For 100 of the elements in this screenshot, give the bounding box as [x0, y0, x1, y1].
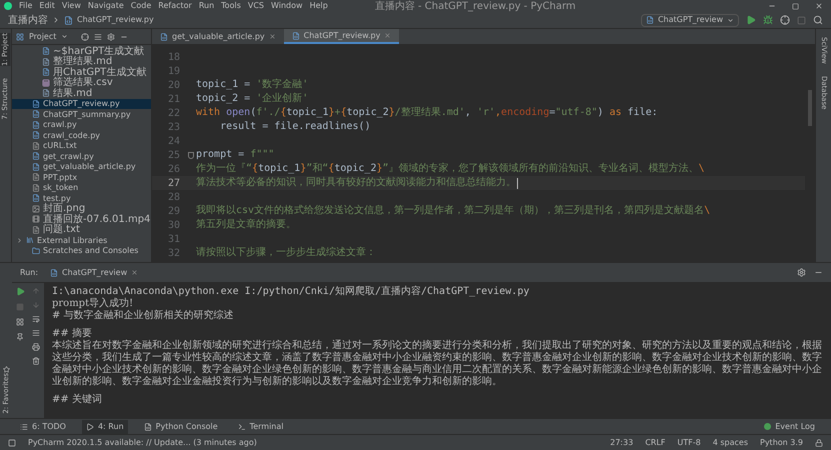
- fold-marker-icon[interactable]: [188, 152, 194, 158]
- tree-item[interactable]: test.py: [12, 193, 151, 204]
- menu-item[interactable]: Help: [310, 0, 328, 12]
- tree-item[interactable]: 整理结果.md: [12, 56, 151, 67]
- tree-item[interactable]: 结果.md: [12, 88, 151, 98]
- tool-window-tab[interactable]: Terminal: [234, 420, 288, 434]
- close-icon[interactable]: [268, 33, 276, 40]
- tree-item[interactable]: 封面.png: [12, 204, 151, 214]
- tree-item[interactable]: get_valuable_article.py: [12, 162, 151, 172]
- code-line: 请按照以下步骤，一步步生成综述文章：: [196, 246, 376, 260]
- tool-window-tab[interactable]: Python Console: [140, 420, 222, 434]
- rerun-icon[interactable]: [16, 287, 24, 296]
- debug-icon[interactable]: [763, 15, 773, 25]
- close-icon[interactable]: [815, 2, 823, 10]
- tree-item[interactable]: crawl_code.py: [12, 130, 151, 140]
- tree-item[interactable]: sk_token: [12, 182, 151, 193]
- tree-item[interactable]: Scratches and Consoles: [12, 246, 151, 256]
- tree-item[interactable]: cURL.txt: [12, 140, 151, 151]
- tree-item[interactable]: ChatGPT_summary.py: [12, 109, 151, 120]
- tree-item[interactable]: External Libraries: [12, 235, 151, 246]
- code-line: 第五列是文章的摘要。: [196, 218, 296, 232]
- console-command: I:\anaconda\Anaconda\python.exe I:/python/Cnki/知网爬取/直播内容/ChatGPT_review.py: [52, 286, 530, 298]
- status-item[interactable]: 27:33: [610, 436, 634, 448]
- status-item[interactable]: CRLF: [645, 436, 666, 448]
- tree-item[interactable]: 用ChatGPT生成文献: [12, 67, 151, 78]
- event-log-tab[interactable]: Event Log: [764, 420, 815, 432]
- tree-item[interactable]: 问题.txt: [12, 224, 151, 235]
- python-file-icon: [646, 16, 654, 24]
- line-number: 27: [166, 176, 181, 190]
- project-view-selector[interactable]: Project: [29, 30, 56, 42]
- run-tab[interactable]: ChatGPT_review: [46, 266, 142, 278]
- print-icon[interactable]: [32, 343, 40, 351]
- app-logo-icon: [4, 2, 12, 10]
- tab-icon: [86, 422, 94, 430]
- status-item[interactable]: Python 3.9: [760, 436, 803, 448]
- line-number: 29: [166, 204, 181, 218]
- console-output: ## 摘要: [52, 328, 93, 340]
- line-number: 31: [166, 232, 181, 246]
- editor-tab[interactable]: get_valuable_article.py: [152, 29, 284, 44]
- tab-icon: [144, 422, 152, 430]
- line-number: 20: [166, 78, 181, 92]
- tree-item[interactable]: ~$harGPT生成文献: [12, 46, 151, 56]
- line-number: 26: [166, 162, 181, 176]
- code-line: prompt = f""": [196, 148, 274, 162]
- close-icon[interactable]: [131, 269, 138, 276]
- run-config-dropdown[interactable]: ChatGPT_review: [640, 14, 739, 26]
- menu-item[interactable]: Code: [130, 0, 152, 12]
- text-cursor: [517, 178, 518, 188]
- search-icon[interactable]: [813, 15, 823, 25]
- run-label: Run:: [20, 266, 38, 278]
- menu-item[interactable]: Edit: [39, 0, 55, 12]
- menu-item[interactable]: File: [19, 0, 32, 12]
- breadcrumb-file[interactable]: ChatGPT_review.py: [77, 14, 154, 26]
- line-number: 30: [166, 218, 181, 232]
- project-view-icon: [16, 32, 24, 40]
- code-line: 我即将以csv文件的格式给您发送论文信息，第一列是作者，第二列是年（期），第三列是刊名，第四列是文献题名\: [196, 204, 710, 218]
- status-message[interactable]: PyCharm 2020.1.5 available: // Update... (3 minutes ago): [28, 436, 257, 448]
- line-number: 23: [166, 120, 181, 134]
- menu-item[interactable]: VCS: [248, 0, 264, 12]
- pin-icon[interactable]: [16, 333, 24, 341]
- tree-item[interactable]: crawl.py: [12, 120, 151, 130]
- settings-icon[interactable]: [107, 32, 116, 40]
- window-title: 直播内容 - ChatGPT_review.py - PyCharm: [374, 0, 576, 12]
- console-output: 本综述旨在对数字金融和企业创新领域的研究进行综合和总结，通过对一系列论文的摘要进行分类和分析，我们提取出了研究的对象、研究的方法以及重要的观点和结论，根据这些分类，我们生成了一篇专业性较高的综述文章，涵盖了数字普惠金融对中小企业融资约束的影响、数字普惠金融对企业创新的影响、数字金融对企业技术创新的影响、数字金融对中小企业技术创新的影响、数字金融对企业绿色创新的影响、数字普惠金融与商业信用二次配置的关系、数字金融对新能源企业绿色创新的影响、数字普惠金融对中小企业创新的影响、数字金融对企业金融投资行为与创新的影响以及数字金融对企业竞争力和创新的影响。: [52, 340, 823, 388]
- menu-item[interactable]: Run: [198, 0, 214, 12]
- code-line: 作为一位『“{topic_1}”和“{topic_2}”』领域的专家，您了解该领域所有的前沿知识、专业名词、模型方法、\: [196, 162, 705, 176]
- line-number: 32: [166, 246, 181, 260]
- tool-window-tab[interactable]: 4: Run: [82, 420, 128, 434]
- editor-tab[interactable]: ChatGPT_review.py: [284, 29, 400, 44]
- tree-item[interactable]: PPT.pptx: [12, 172, 151, 182]
- status-item[interactable]: 4 spaces: [712, 436, 748, 448]
- tree-item[interactable]: get_crawl.py: [12, 151, 151, 162]
- tree-item[interactable]: ChatGPT_review.py: [12, 98, 151, 109]
- status-item[interactable]: UTF-8: [677, 436, 701, 448]
- python-file-icon: [64, 16, 73, 24]
- dropdown-icon[interactable]: [61, 33, 68, 40]
- lock-icon[interactable]: [815, 438, 823, 446]
- code-line: 算法技术等必备的知识，同时具有较好的文献阅读能力和信息总结能力。: [196, 176, 516, 190]
- breadcrumb-separator-icon: [52, 16, 60, 24]
- run-icon[interactable]: [746, 15, 756, 25]
- soft-wrap-icon[interactable]: [32, 315, 40, 323]
- tree-item[interactable]: 筛选结果.csv: [12, 78, 151, 88]
- line-number: 24: [166, 134, 181, 148]
- tree-item[interactable]: 直播回放-07.6.01.mp4: [12, 214, 151, 224]
- line-number: 28: [166, 190, 181, 204]
- code-line: with open(f'./{topic_1}+{topic_2}/整理结果.md', 'r',encoding="utf-8") as file:: [196, 106, 658, 120]
- breadcrumb-folder[interactable]: 直播内容: [8, 14, 48, 26]
- locate-icon[interactable]: [81, 32, 90, 40]
- layout-icon[interactable]: [16, 318, 24, 326]
- menu-item[interactable]: Navigate: [88, 0, 124, 12]
- clear-icon[interactable]: [32, 357, 40, 365]
- python-file-icon: [160, 32, 168, 40]
- menu-item[interactable]: View: [62, 0, 81, 12]
- menu-item[interactable]: Tools: [221, 0, 241, 12]
- menu-item[interactable]: Refactor: [158, 0, 192, 12]
- settings-icon[interactable]: [797, 268, 806, 277]
- tool-window-tab[interactable]: 6: TODO: [16, 420, 70, 434]
- maximize-icon[interactable]: [792, 2, 799, 10]
- line-number: 21: [166, 92, 181, 106]
- menu-item[interactable]: Window: [271, 0, 303, 12]
